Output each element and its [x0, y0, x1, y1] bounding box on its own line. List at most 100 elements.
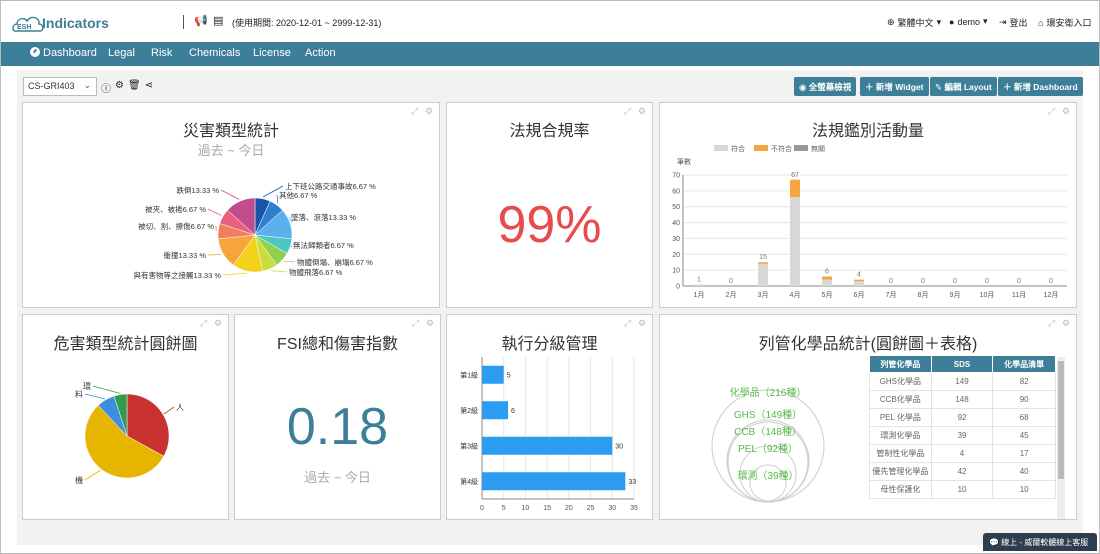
table-cell: 40: [992, 462, 1056, 481]
table-cell: 4: [930, 444, 994, 463]
home-label: 環安衛入口: [1046, 18, 1092, 28]
expand-icon[interactable]: ⤢: [412, 318, 419, 329]
circle-label: 環測（39種）: [737, 469, 798, 482]
column-header: SDS: [930, 355, 994, 373]
nav-license[interactable]: License: [253, 47, 291, 59]
slice-leader-line: [163, 406, 175, 415]
bar: [854, 279, 864, 282]
share-icon[interactable]: ⋖: [145, 80, 153, 95]
table-scrollbar[interactable]: [1057, 357, 1065, 519]
bar: [758, 263, 768, 286]
y-tick-label: 第1級: [460, 370, 478, 379]
add-widget-button[interactable]: ＋ 新增 Widget: [860, 77, 929, 96]
data-label: 67: [791, 172, 799, 179]
expand-icon[interactable]: ⤢: [624, 106, 631, 117]
x-tick-label: 1月: [694, 291, 705, 299]
slice-label: 機: [75, 475, 83, 485]
panel-disaster-types: ⤢ ⚙ 災害類型統計 過去 ~ 今日 上下班公路交通事故6.67 % 其他6.67…: [22, 102, 440, 308]
bar: [854, 281, 864, 286]
y-tick-label: 30: [672, 236, 680, 243]
document-icon[interactable]: ▤: [213, 14, 223, 27]
legend-label: 符合: [731, 144, 745, 153]
announcement-icon[interactable]: 📢: [194, 14, 208, 27]
plus-icon: ＋: [865, 82, 876, 92]
nav-legal[interactable]: Legal: [108, 47, 135, 59]
x-tick-label: 3月: [758, 291, 769, 299]
gear-icon[interactable]: ⚙: [115, 80, 124, 95]
data-label: 0: [889, 278, 893, 285]
data-label: 0: [729, 278, 733, 285]
x-tick-label: 7月: [886, 291, 897, 299]
bar: [822, 279, 832, 286]
home-icon: ⌂: [1038, 17, 1044, 28]
table-cell: 優先管理化學品: [869, 462, 932, 481]
live-chat-button[interactable]: 💬 線上 - 威爾軟體線上客服: [983, 533, 1097, 551]
table-cell: 10: [930, 480, 994, 499]
button-label: 全螢幕檢視: [808, 82, 852, 92]
expand-icon[interactable]: ⤢: [1048, 318, 1055, 329]
table-cell: 82: [992, 372, 1056, 391]
circle-label: 化學品（216種）: [730, 386, 807, 399]
home-link[interactable]: ⌂ 環安衛入口: [1038, 16, 1091, 29]
panel-chemicals: ⤢ ⚙ 列管化學品統計(圓餅圖＋表格) 化學品（216種） GHS（149種） …: [659, 314, 1077, 520]
user-menu[interactable]: ● demo ▾: [949, 16, 987, 27]
button-label: 新增 Dashboard: [1013, 82, 1078, 92]
x-tick-label: 35: [630, 505, 638, 512]
slice-label: 上下班公路交通事故6.67 %: [285, 181, 376, 191]
bar: [482, 472, 626, 491]
table-cell: 45: [992, 426, 1056, 445]
x-tick-label: 12月: [1044, 291, 1059, 299]
nav-action[interactable]: Action: [305, 47, 336, 59]
slice-leader-line: [290, 244, 293, 248]
chevron-down-icon: ⌄: [83, 80, 91, 90]
user-icon: ●: [949, 16, 955, 27]
legend-swatch: [754, 145, 768, 151]
logo-text: Indicators: [42, 15, 109, 31]
language-selector[interactable]: ⊕ 繁體中文 ▾: [887, 16, 941, 29]
nav-label: Dashboard: [43, 47, 97, 59]
column-header: 化學品清單: [992, 355, 1056, 373]
panel-title: 列管化學品統計(圓餅圖＋表格): [758, 336, 978, 353]
table-row: 環測化學品 39 45: [869, 426, 1056, 445]
table-cell: 環測化學品: [869, 426, 932, 445]
table-row: 母性保護化 10 10: [869, 480, 1056, 499]
gear-icon[interactable]: ⚙: [638, 106, 646, 117]
gear-icon[interactable]: ⚙: [1062, 318, 1070, 329]
y-tick-label: 0: [676, 284, 680, 291]
slice-label: 環: [83, 382, 91, 391]
caret-down-icon: ▾: [982, 16, 988, 26]
slice-label: 其他6.67 %: [279, 190, 318, 200]
esh-indicators-logo[interactable]: ESH Indicators: [11, 9, 123, 35]
nav-chemicals[interactable]: Chemicals: [189, 47, 240, 59]
slice-label: 物體倒塌、崩塌6.67 %: [297, 257, 373, 267]
data-label: 30: [615, 443, 623, 450]
chemicals-table: 列管化學品 SDS 化學品清單 GHS化學品 149 82 CCB化學品 148 90 PE…: [869, 355, 1056, 499]
dashboard-select[interactable]: CS-GRI403 ⌄: [23, 77, 97, 96]
x-tick-label: 4月: [790, 291, 801, 299]
table-cell: 管制性化學品: [869, 444, 932, 463]
chemical-circles: 化學品（216種） GHS（149種） CCB（148種） PEL（92種） 環…: [711, 386, 825, 503]
info-icon[interactable]: ⓘ: [101, 80, 111, 95]
trash-icon[interactable]: 🗑: [128, 80, 141, 95]
bar: [482, 436, 613, 455]
caret-down-icon: ▾: [936, 17, 942, 27]
fullscreen-button[interactable]: ◉ 全螢幕檢視: [794, 77, 857, 96]
add-dashboard-button[interactable]: ＋ 新增 Dashboard: [998, 77, 1083, 96]
nav-dashboard[interactable]: Dashboard: [30, 47, 97, 59]
edit-layout-button[interactable]: ✎ 編輯 Layout: [930, 77, 997, 96]
x-tick-label: 20: [565, 505, 573, 512]
y-axis-title: 筆數: [677, 157, 691, 166]
gear-icon[interactable]: ⚙: [426, 318, 434, 329]
button-label: 新增 Widget: [875, 82, 924, 92]
logout-link[interactable]: ⇥ 登出: [999, 16, 1028, 29]
y-tick-label: 10: [672, 268, 680, 275]
data-label: 0: [953, 278, 957, 285]
x-tick-label: 10: [522, 505, 530, 512]
x-tick-label: 0: [480, 505, 484, 512]
panel-compliance-rate: ⤢ ⚙ 法規合規率 99%: [446, 102, 653, 308]
table-cell: PEL 化學品: [869, 408, 932, 427]
scrollbar-thumb[interactable]: [1058, 361, 1064, 479]
nav-risk[interactable]: Risk: [151, 47, 172, 59]
x-tick-label: 9月: [950, 291, 961, 299]
x-tick-label: 11月: [1012, 291, 1026, 299]
